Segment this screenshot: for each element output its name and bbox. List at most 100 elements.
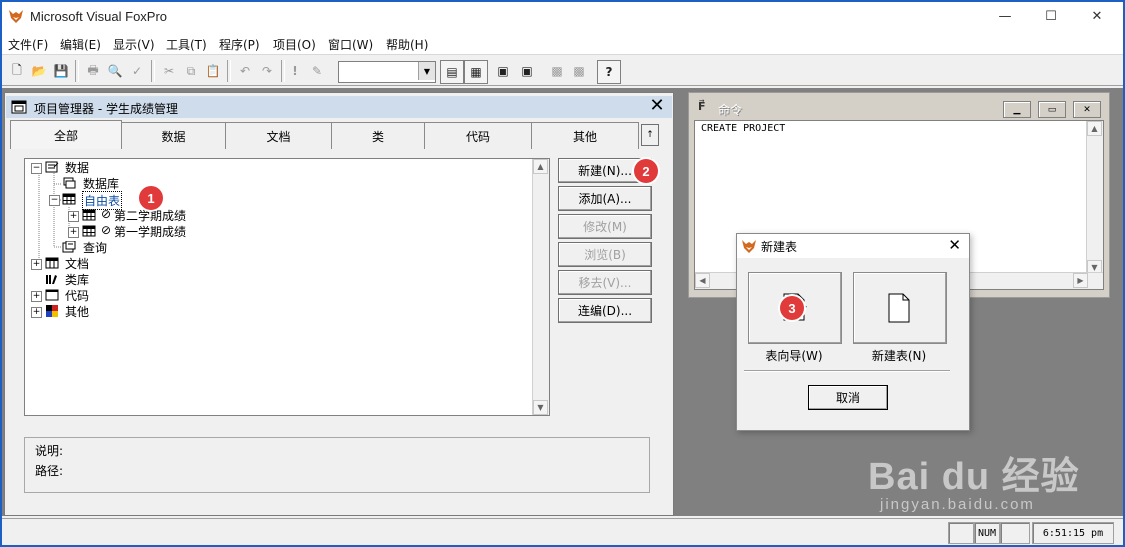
minimize-button[interactable]: —: [982, 2, 1028, 30]
expand-node-icon[interactable]: +: [68, 211, 79, 222]
watermark-url: jingyan.baidu.com: [880, 496, 1035, 513]
standard-toolbar: 🗋 📂 💾 🖶 🔍 ✓ ✂ ⧉ 📋 ↶ ↷ ! ✎ ▼ ▤ ▦ ▣ ▣ ▩ ▩ …: [2, 54, 1123, 86]
close-icon[interactable]: ✕: [1073, 101, 1101, 118]
help-icon[interactable]: ?: [597, 60, 621, 84]
collapse-arrow-icon[interactable]: ↑: [641, 124, 659, 146]
table-wizard-label: 表向导(W): [765, 349, 823, 363]
modify-form-icon[interactable]: ✎: [306, 60, 328, 82]
report-wizard-icon[interactable]: ▣: [516, 60, 538, 82]
close-button[interactable]: ✕: [1074, 2, 1120, 30]
toolbar-separator: [75, 60, 79, 82]
redo-icon[interactable]: ↷: [256, 60, 278, 82]
other-icon: [46, 305, 58, 317]
chevron-down-icon[interactable]: ▼: [418, 62, 435, 80]
tree-scrollbar[interactable]: ▲ ▼: [532, 159, 549, 415]
info-panel: 说明: 路径:: [24, 437, 650, 493]
menu-edit[interactable]: 编辑(E): [60, 36, 101, 53]
open-folder-icon[interactable]: 📂: [28, 60, 50, 82]
database-combo[interactable]: ▼: [338, 61, 436, 83]
undo-icon[interactable]: ↶: [234, 60, 256, 82]
new-table-dialog-title: 新建表: [761, 240, 798, 254]
collapse-node-icon[interactable]: −: [49, 195, 60, 206]
cut-icon[interactable]: ✂: [158, 60, 180, 82]
project-tree[interactable]: − 数据 数据库 − 自由表 + ⊘ 第二学期成绩 + ⊘ 第一学期成绩 查询 …: [24, 158, 550, 416]
documents-icon: [45, 257, 59, 269]
step-badge-3: 3: [780, 296, 804, 320]
app-title: Microsoft Visual FoxPro: [30, 9, 168, 24]
code-icon: [45, 289, 59, 301]
print-preview-icon[interactable]: 🔍: [104, 60, 126, 82]
toolbar-separator: [151, 60, 155, 82]
menu-view[interactable]: 显示(V): [113, 36, 155, 53]
menu-help[interactable]: 帮助(H): [386, 36, 428, 53]
tree-node-other[interactable]: 其他: [65, 303, 89, 320]
command-window-icon[interactable]: ▤: [440, 60, 464, 84]
tab-all[interactable]: 全部: [10, 120, 122, 149]
project-icon: [11, 100, 27, 114]
expand-node-icon[interactable]: +: [31, 259, 42, 270]
project-manager-titlebar[interactable]: 项目管理器 - 学生成绩管理: [6, 96, 672, 118]
scroll-down-icon[interactable]: ▼: [533, 400, 548, 415]
scroll-up-icon[interactable]: ▲: [1087, 121, 1102, 136]
menu-tools[interactable]: 工具(T): [166, 36, 207, 53]
scroll-left-icon[interactable]: ◀: [695, 273, 710, 288]
minimize-icon[interactable]: ▁: [1003, 101, 1031, 118]
scroll-right-icon[interactable]: ▶: [1073, 273, 1088, 288]
spell-check-icon[interactable]: ✓: [126, 60, 148, 82]
tree-node-documents[interactable]: 文档: [65, 255, 89, 272]
new-table-button[interactable]: [853, 272, 947, 344]
title-bar[interactable]: [2, 2, 1123, 32]
close-icon[interactable]: ✕: [647, 97, 667, 116]
save-icon[interactable]: 💾: [50, 60, 72, 82]
menu-window[interactable]: 窗口(W): [328, 36, 373, 53]
print-icon[interactable]: 🖶: [82, 60, 104, 82]
collapse-node-icon[interactable]: −: [31, 163, 42, 174]
new-file-icon[interactable]: 🗋: [6, 60, 28, 82]
build-button[interactable]: 连编(D)...: [558, 298, 652, 323]
tab-data[interactable]: 数据: [121, 122, 226, 149]
add-button[interactable]: 添加(A)...: [558, 186, 652, 211]
maximize-button[interactable]: ☐: [1028, 2, 1074, 30]
tab-documents[interactable]: 文档: [225, 122, 332, 149]
new-table-label: 新建表(N): [871, 349, 927, 363]
menu-file[interactable]: 文件(F): [8, 36, 48, 53]
tree-node-class-library[interactable]: 类库: [65, 271, 89, 288]
data-icon: [45, 161, 59, 173]
tree-node-table[interactable]: 第一学期成绩: [114, 223, 186, 240]
command-icon: F⃗: [698, 100, 706, 113]
scroll-up-icon[interactable]: ▲: [533, 159, 548, 174]
data-session-icon[interactable]: ▦: [464, 60, 488, 84]
expand-node-icon[interactable]: +: [68, 227, 79, 238]
auto-form-icon[interactable]: ▩: [546, 60, 568, 82]
browse-button[interactable]: 浏览(B): [558, 242, 652, 267]
tree-node-query[interactable]: 查询: [83, 239, 107, 256]
dialog-divider: [744, 370, 950, 372]
expand-node-icon[interactable]: +: [31, 291, 42, 302]
menu-bar: 文件(F) 编辑(E) 显示(V) 工具(T) 程序(P) 项目(O) 窗口(W…: [2, 32, 1123, 54]
run-icon[interactable]: !: [284, 60, 306, 82]
command-vscroll[interactable]: ▲ ▼: [1086, 121, 1103, 275]
tree-node-code[interactable]: 代码: [65, 287, 89, 304]
tab-code[interactable]: 代码: [424, 122, 532, 149]
menu-program[interactable]: 程序(P): [219, 36, 260, 53]
database-icon: [63, 177, 76, 189]
tab-classes[interactable]: 类: [331, 122, 425, 149]
remove-button[interactable]: 移去(V)...: [558, 270, 652, 295]
cancel-button[interactable]: 取消: [808, 385, 888, 410]
new-table-dialog-titlebar[interactable]: 新建表 ✕: [737, 234, 969, 258]
auto-report-icon[interactable]: ▩: [568, 60, 590, 82]
form-wizard-icon[interactable]: ▣: [492, 60, 514, 82]
tree-node-data[interactable]: 数据: [65, 159, 89, 176]
description-label: 说明:: [35, 444, 64, 458]
close-icon[interactable]: ✕: [948, 236, 961, 254]
menu-project[interactable]: 项目(O): [273, 36, 316, 53]
copy-icon[interactable]: ⧉: [180, 60, 202, 82]
restore-icon[interactable]: ▭: [1038, 101, 1066, 118]
excluded-icon: ⊘: [101, 207, 112, 221]
tab-other[interactable]: 其他: [531, 122, 639, 149]
modify-button[interactable]: 修改(M): [558, 214, 652, 239]
paste-icon[interactable]: 📋: [202, 60, 224, 82]
expand-node-icon[interactable]: +: [31, 307, 42, 318]
tree-node-database[interactable]: 数据库: [83, 175, 119, 192]
step-badge-1: 1: [139, 186, 163, 210]
